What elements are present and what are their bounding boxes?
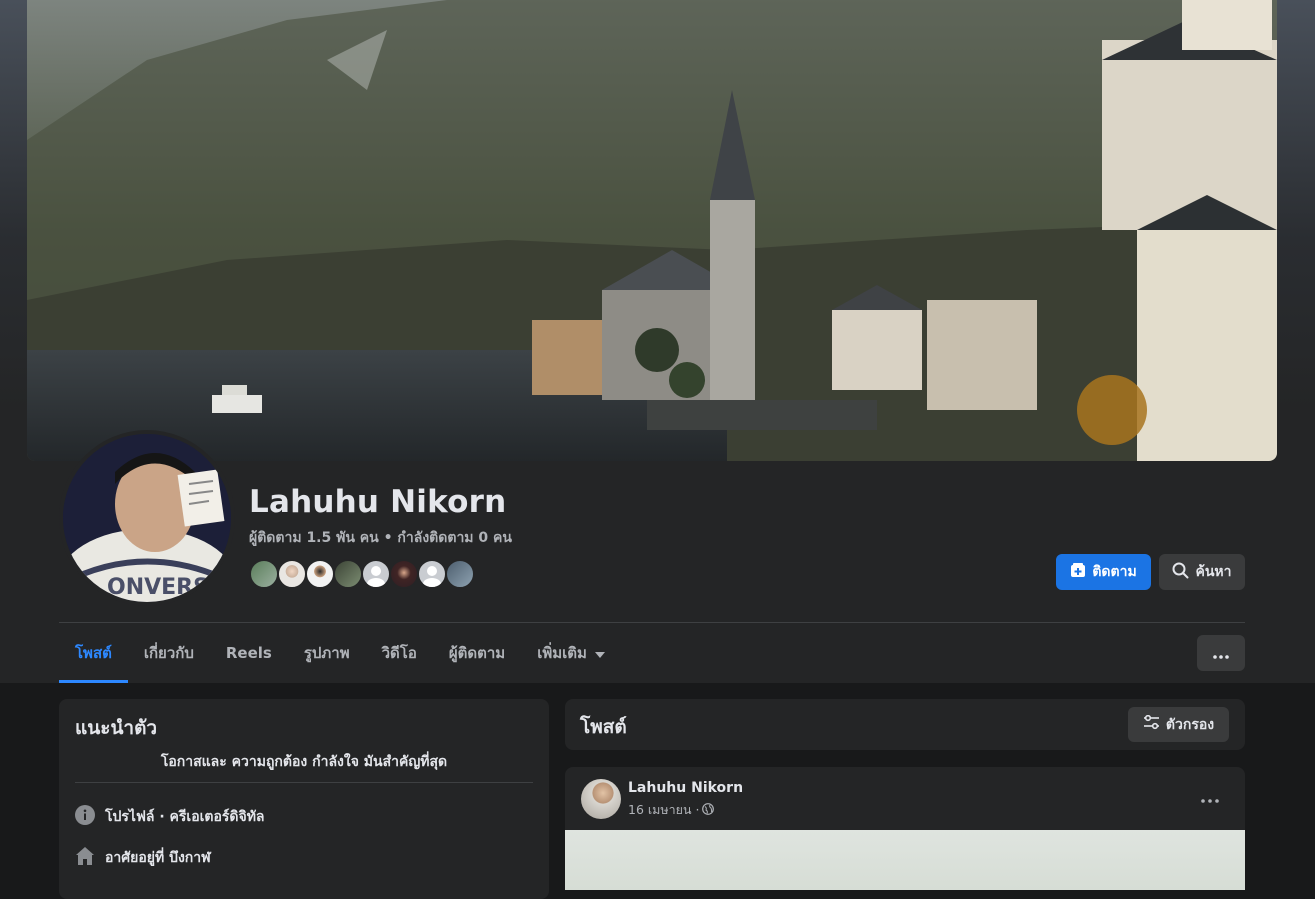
intro-title: แนะนำตัว [75,717,158,739]
intro-row-text: โปรไฟล์ · ครีเอเตอร์ดิจิทัล [105,809,265,825]
more-options-button[interactable] [1197,635,1245,671]
friend-avatar[interactable] [277,559,307,589]
tab-followers[interactable]: ผู้ติดตาม [433,623,521,683]
post-date-text: 16 เมษายน · [628,802,700,817]
profile-tabs: โพสต์ เกี่ยวกับ Reels รูปภาพ วิดีโอ ผู้ต… [59,623,621,683]
follow-label: ติดตาม [1092,564,1137,580]
profile-name: Lahuhu Nikorn [249,484,507,520]
friend-avatar[interactable] [361,559,391,589]
post-image[interactable] [565,830,1245,890]
ellipsis-icon [1213,644,1229,663]
friend-avatar[interactable] [305,559,335,589]
filter-icon [1143,714,1160,734]
filter-label: ตัวกรอง [1165,716,1215,733]
post-card: Lahuhu Nikorn 16 เมษายน · [565,767,1245,890]
globe-icon [702,802,715,818]
tab-photos[interactable]: รูปภาพ [288,623,366,683]
home-icon [75,846,95,870]
profile-avatar[interactable]: ONVERSE [59,430,235,606]
tab-about[interactable]: เกี่ยวกับ [128,623,210,683]
intro-card: แนะนำตัว โอกาสและ ความถูกต้อง กำลังใจ มั… [59,699,549,899]
intro-bio: โอกาสและ ความถูกต้อง กำลังใจ มันสำคัญที่… [160,754,448,770]
search-label: ค้นหา [1195,564,1232,580]
friend-avatars[interactable] [249,559,475,589]
follow-info[interactable]: ผู้ติดตาม 1.5 พัน คน • กำลังติดตาม 0 คน [249,527,512,549]
profile-search-button[interactable]: ค้นหา [1159,554,1245,590]
post-date[interactable]: 16 เมษายน · [628,800,715,820]
follow-add-icon [1070,562,1086,582]
tab-more[interactable]: เพิ่มเติม [521,623,621,683]
friend-avatar[interactable] [389,559,419,589]
friend-avatar[interactable] [249,559,279,589]
tab-more-label: เพิ่มเติม [537,644,587,662]
post-options-button[interactable] [1195,789,1225,805]
intro-row-home: อาศัยอยู่ที่ บึงกาฬ [75,846,211,870]
intro-divider [75,782,533,783]
ellipsis-icon [1201,788,1219,807]
post-author-name[interactable]: Lahuhu Nikorn [628,780,743,796]
friend-avatar[interactable] [417,559,447,589]
tab-videos[interactable]: วิดีโอ [366,623,433,683]
filter-button[interactable]: ตัวกรอง [1128,707,1229,742]
cover-photo[interactable] [27,0,1277,461]
post-author-avatar[interactable] [581,779,621,819]
follow-button[interactable]: ติดตาม [1056,554,1151,590]
tab-reels[interactable]: Reels [210,623,288,683]
tab-posts[interactable]: โพสต์ [59,623,128,683]
profile-picture: ONVERSE [63,434,231,602]
friend-avatar[interactable] [333,559,363,589]
friend-avatar[interactable] [445,559,475,589]
caret-down-icon [594,644,605,662]
search-icon [1172,562,1189,583]
intro-row-profile: โปรไฟล์ · ครีเอเตอร์ดิจิทัล [75,805,265,829]
info-icon [75,805,95,829]
posts-header-card: โพสต์ ตัวกรอง [565,699,1245,750]
posts-title: โพสต์ [580,716,627,738]
intro-row-text: อาศัยอยู่ที่ บึงกาฬ [105,850,211,866]
